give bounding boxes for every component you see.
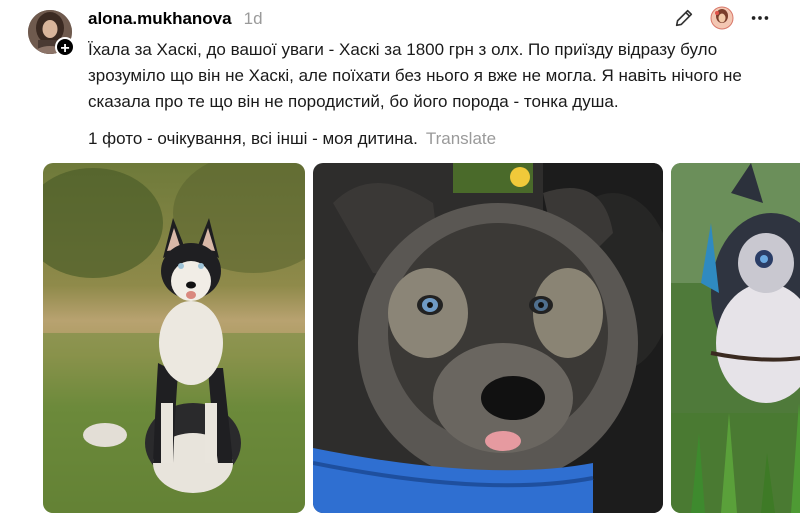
- caption-line-2: 1 фото - очікування, всі інші - моя дити…: [88, 129, 418, 148]
- post-card: + alona.mukhanova 1d Їхала за Хаскі, до …: [0, 0, 800, 530]
- photo-puppy-grass[interactable]: [671, 163, 800, 513]
- pencil-icon[interactable]: [672, 6, 696, 30]
- avatar-reaction-icon[interactable]: [710, 6, 734, 30]
- translate-link[interactable]: Translate: [426, 129, 496, 148]
- photo-puppy-closeup[interactable]: [313, 163, 663, 513]
- post-actions: [672, 6, 772, 30]
- author-username[interactable]: alona.mukhanova: [88, 9, 232, 29]
- post-caption: Їхала за Хаскі, до вашої уваги - Хаскі з…: [88, 40, 742, 111]
- author-avatar-wrap[interactable]: +: [28, 10, 75, 57]
- post-caption-secondary: 1 фото - очікування, всі інші - моя дити…: [88, 126, 496, 152]
- photo-husky-expectation[interactable]: [43, 163, 305, 513]
- more-options-icon[interactable]: [748, 6, 772, 30]
- post-header: alona.mukhanova 1d: [88, 8, 263, 30]
- photo-gallery[interactable]: [43, 163, 800, 513]
- post-timestamp[interactable]: 1d: [244, 9, 263, 29]
- follow-plus-icon[interactable]: +: [55, 37, 75, 57]
